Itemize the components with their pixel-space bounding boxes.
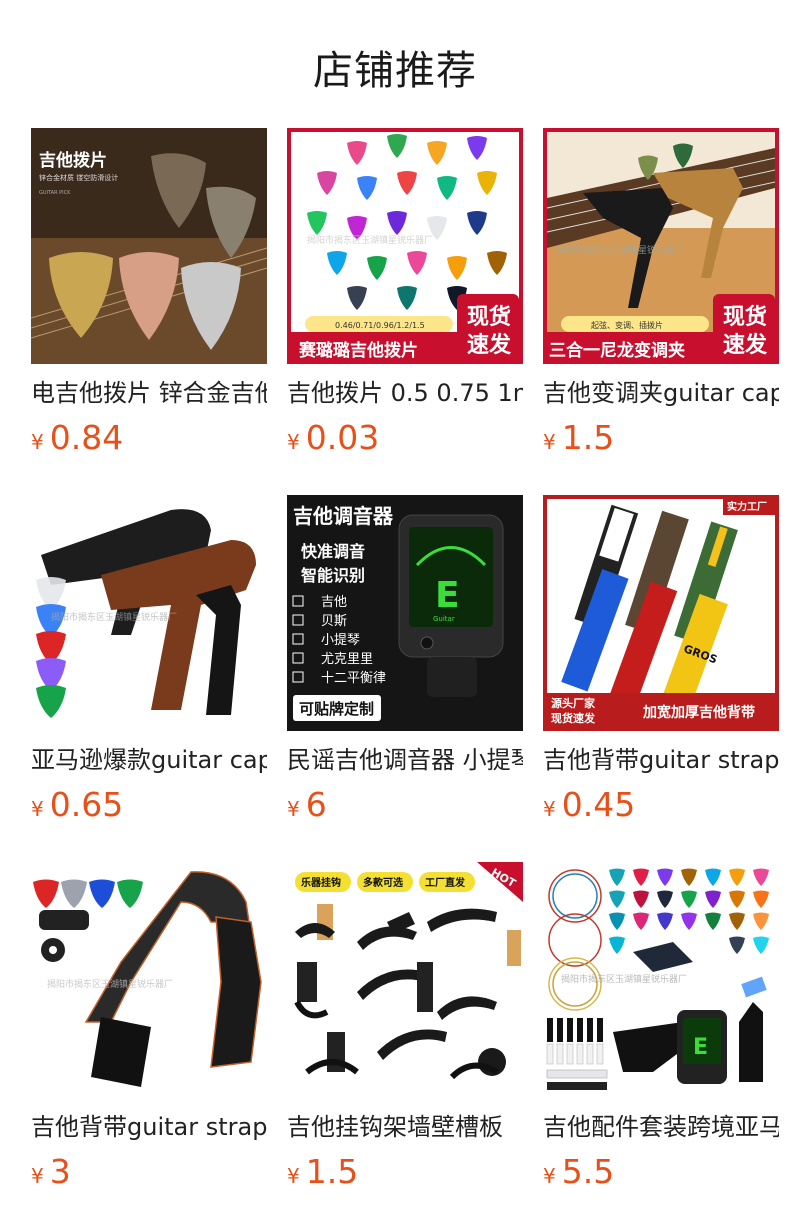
watermark-text: 揭阳市揭东区玉湖镇星锐乐器厂 [51,611,177,623]
currency-symbol: ¥ [543,430,556,454]
price-value: 0.03 [305,418,380,457]
product-price: ¥3 [31,1152,71,1192]
image-subheading: 锌合金材质 镂空防滑设计 [39,173,118,182]
product-card[interactable]: 吉他拨片 锌合金材质 镂空防滑设计 GUITAR PICK 电吉他拨片 锌合金吉… [31,128,267,468]
product-price: ¥0.03 [287,418,379,458]
image-banner: 加宽加厚吉他背带 [642,704,755,721]
image-line2: 智能识别 [301,566,365,585]
product-price: ¥0.45 [543,785,635,825]
image-banner: 赛璐璐吉他拨片 [298,340,418,361]
product-card[interactable]: 揭阳市揭东区玉湖镇星锐乐器厂 吉他背带guitar strap ¥3 [31,862,267,1202]
currency-symbol: ¥ [543,797,556,821]
svg-text:E: E [693,1035,708,1060]
currency-symbol: ¥ [287,797,300,821]
product-card[interactable]: 吉他调音器 快准调音 智能识别 吉他 贝斯 小提琴 尤克里里 十二平衡律 E G… [287,495,523,835]
image-badge-line2: 速发 [467,332,512,358]
image-tag-2: 多款可选 [363,876,403,889]
image-left-line1: 源头厂家 [551,696,596,710]
price-value: 1.5 [561,418,615,457]
price-value: 6 [305,785,327,824]
metal-guitar-picks-image: 吉他拨片 锌合金材质 镂空防滑设计 GUITAR PICK [31,128,267,364]
image-line1: 快准调音 [301,542,365,561]
product-price: ¥0.84 [31,418,123,458]
watermark-text: 揭阳市揭东区玉湖镇星锐乐器厂 [561,973,687,985]
image-check-5: 十二平衡律 [321,671,386,686]
image-check-1: 吉他 [321,595,347,610]
watermark-text: 揭阳市揭东区玉湖镇星锐乐器厂 [557,244,683,256]
watermark-text: 揭阳市揭东区玉湖镇星锐乐器厂 [47,978,173,990]
image-heading: 吉他拨片 [39,150,107,171]
product-price: ¥1.5 [543,418,614,458]
watermark-text: 揭阳市揭东区玉湖镇星锐乐器厂 [307,234,433,246]
clip-tuner-image: 吉他调音器 快准调音 智能识别 吉他 贝斯 小提琴 尤克里里 十二平衡律 E G… [287,495,523,731]
product-price: ¥0.65 [31,785,123,825]
currency-symbol: ¥ [287,1164,300,1188]
product-card[interactable]: 揭阳市揭东区玉湖镇星锐乐器厂 起弦、变调、插拨片 三合一尼龙变调夹 现货 速发 … [543,128,779,468]
product-title[interactable]: 吉他挂钩架墙壁槽板 [287,1112,523,1144]
image-banner: 三合一尼龙变调夹 [549,340,685,361]
product-price: ¥6 [287,785,327,825]
currency-symbol: ¥ [31,1164,44,1188]
image-check-2: 贝斯 [321,614,347,629]
product-card[interactable]: 揭阳市揭东区玉湖镇星锐乐器厂 0.46/0.71/0.96/1.2/1.5 赛璐… [287,128,523,468]
product-title[interactable]: 吉他拨片 0.5 0.75 1mm [287,378,523,410]
product-title[interactable]: 吉他变调夹guitar capo [543,378,779,410]
product-card[interactable]: 乐器挂钩 多款可选 工厂直发 HOT 吉他挂钩架墙壁槽板 ¥ 1.5 [287,862,523,1202]
guitar-accessory-kit-image: E 揭阳市揭东区玉湖镇星锐乐器厂 [543,862,779,1098]
image-badge-line2: 速发 [723,332,768,358]
price-value: 0.65 [49,785,124,824]
product-price: ¥5.5 [543,1152,614,1192]
image-corner-tag: 实力工厂 [727,500,767,513]
image-small-text: GUITAR PICK [39,190,71,196]
product-title[interactable]: 民谣吉他调音器 小提琴 [287,745,523,777]
image-badge-line1: 现货 [467,304,511,330]
currency-symbol: ¥ [31,797,44,821]
tuner-display-label: Guitar [433,615,455,623]
image-heading: 吉他调音器 [293,504,394,528]
price-value: 0.84 [49,418,124,457]
product-title[interactable]: 电吉他拨片 锌合金吉他拨片 [31,378,267,410]
product-card[interactable]: E 揭阳市揭东区玉湖镇星锐乐器厂 吉他配件套装跨境亚马逊 ¥5.5 [543,862,779,1202]
currency-symbol: ¥ [287,430,300,454]
image-left-line2: 现货速发 [551,711,596,725]
product-title[interactable]: 吉他配件套装跨境亚马逊 [543,1112,779,1144]
guitar-straps-image: 实力工厂 GROS 源头厂家 现货速发 加宽加厚吉他背带 [543,495,779,731]
price-value: 3 [49,1152,71,1191]
wall-hanger-hooks-image: 乐器挂钩 多款可选 工厂直发 HOT [287,862,523,1098]
currency-symbol: ¥ [31,430,44,454]
image-tag-3: 工厂直发 [425,876,466,889]
product-card[interactable]: 揭阳市揭东区玉湖镇星锐乐器厂 亚马逊爆款guitar capo ¥0.65 [31,495,267,835]
currency-symbol: ¥ [543,1164,556,1188]
page-title: 店铺推荐 [313,48,477,94]
product-title[interactable]: 亚马逊爆款guitar capo [31,745,267,777]
product-card[interactable]: 实力工厂 GROS 源头厂家 现货速发 加宽加厚吉他背带 吉他背带guitar … [543,495,779,835]
price-value: 0.45 [561,785,636,824]
image-check-3: 小提琴 [321,632,360,648]
price-value: 1.5 [305,1152,359,1191]
tuner-display-letter: E [435,575,460,616]
image-check-4: 尤克里里 [321,652,373,667]
image-specs: 0.46/0.71/0.96/1.2/1.5 [335,321,425,330]
wood-capo-with-picks-image: 揭阳市揭东区玉湖镇星锐乐器厂 [31,495,267,731]
product-title[interactable]: 吉他背带guitar strap [543,745,779,777]
image-button-label: 可贴牌定制 [299,700,374,718]
image-tag-1: 乐器挂钩 [301,876,341,889]
guitar-capo-image: 揭阳市揭东区玉湖镇星锐乐器厂 起弦、变调、插拨片 三合一尼龙变调夹 现货 速发 [543,128,779,364]
image-features: 起弦、变调、插拨片 [591,320,663,330]
black-leather-strap-image: 揭阳市揭东区玉湖镇星锐乐器厂 [31,862,267,1098]
product-price: ¥1.5 [287,1152,358,1192]
celluloid-picks-image: 揭阳市揭东区玉湖镇星锐乐器厂 0.46/0.71/0.96/1.2/1.5 赛璐… [287,128,523,364]
image-badge-line1: 现货 [723,304,767,330]
price-value: 5.5 [561,1152,615,1191]
product-title[interactable]: 吉他背带guitar strap [31,1112,267,1144]
